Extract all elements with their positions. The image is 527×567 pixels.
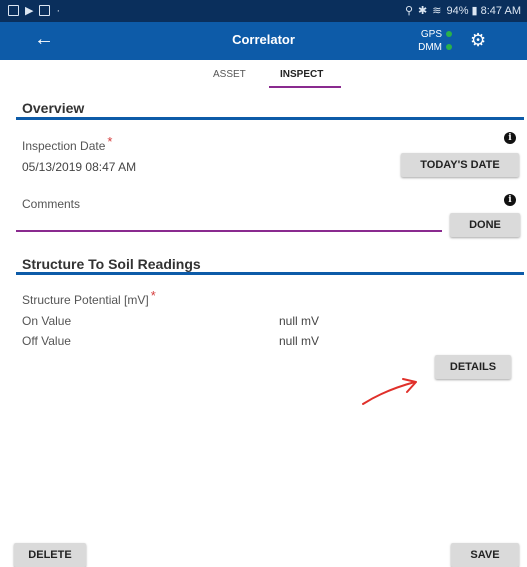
inspection-date-label-text: Inspection Date xyxy=(22,139,106,153)
overview-title: Overview xyxy=(22,100,85,116)
details-button[interactable]: DETAILS xyxy=(435,355,511,379)
overview-divider xyxy=(16,117,524,120)
comments-input[interactable] xyxy=(22,214,432,228)
app-bar: ← Correlator GPS DMM ⚙ xyxy=(0,22,527,60)
gps-dmm-indicators: GPS DMM xyxy=(400,28,452,54)
save-button[interactable]: SAVE xyxy=(451,543,519,567)
status-bar: ▶ · ⚲ ✱ ≋ 94% ▮ 8:47 AM xyxy=(0,0,527,22)
gps-label: GPS xyxy=(420,29,442,40)
info-icon[interactable]: i xyxy=(504,132,516,144)
off-value-label: Off Value xyxy=(22,334,71,348)
tab-bar: ASSET INSPECT xyxy=(0,60,527,90)
play-icon: ▶ xyxy=(25,5,34,17)
status-right: ⚲ ✱ ≋ 94% ▮ 8:47 AM xyxy=(405,4,521,17)
comments-input-underline xyxy=(16,230,442,232)
info-icon[interactable]: i xyxy=(504,194,516,206)
tab-active-indicator xyxy=(269,86,341,88)
delete-button[interactable]: DELETE xyxy=(14,543,86,567)
status-left-text: · xyxy=(56,4,61,17)
off-value: null mV xyxy=(279,334,320,348)
tab-inspect[interactable]: INSPECT xyxy=(280,69,323,80)
screenshot-icon xyxy=(39,5,51,16)
location-icon: ⚲ xyxy=(404,5,414,17)
bluetooth-icon: ✱ xyxy=(418,5,428,17)
status-left-icons: ▶ · xyxy=(8,4,60,17)
on-value-label: On Value xyxy=(22,314,72,328)
inspection-date-label: Inspection Date * xyxy=(22,134,112,153)
red-arrow-annotation xyxy=(362,378,417,405)
readings-divider xyxy=(16,272,524,275)
tab-asset[interactable]: ASSET xyxy=(213,69,246,80)
gallery-icon xyxy=(8,5,19,16)
done-button[interactable]: DONE xyxy=(450,213,520,237)
readings-title: Structure To Soil Readings xyxy=(22,256,201,272)
gear-icon[interactable]: ⚙ xyxy=(470,30,486,51)
status-battery-time: 94% ▮ 8:47 AM xyxy=(446,5,521,17)
dmm-label: DMM xyxy=(418,42,442,53)
inspection-date-value[interactable]: 05/13/2019 08:47 AM xyxy=(22,160,136,174)
required-asterisk: * xyxy=(107,134,113,149)
todays-date-button[interactable]: TODAY'S DATE xyxy=(401,153,519,177)
gps-status-dot-icon xyxy=(446,31,452,37)
structure-potential-label: Structure Potential [mV] * xyxy=(22,288,156,307)
structure-potential-label-text: Structure Potential [mV] xyxy=(22,293,149,307)
on-value: null mV xyxy=(279,314,320,328)
dmm-status-dot-icon xyxy=(446,44,452,50)
wifi-icon: ≋ xyxy=(432,5,442,17)
comments-label: Comments xyxy=(22,197,81,211)
required-asterisk: * xyxy=(150,288,156,303)
